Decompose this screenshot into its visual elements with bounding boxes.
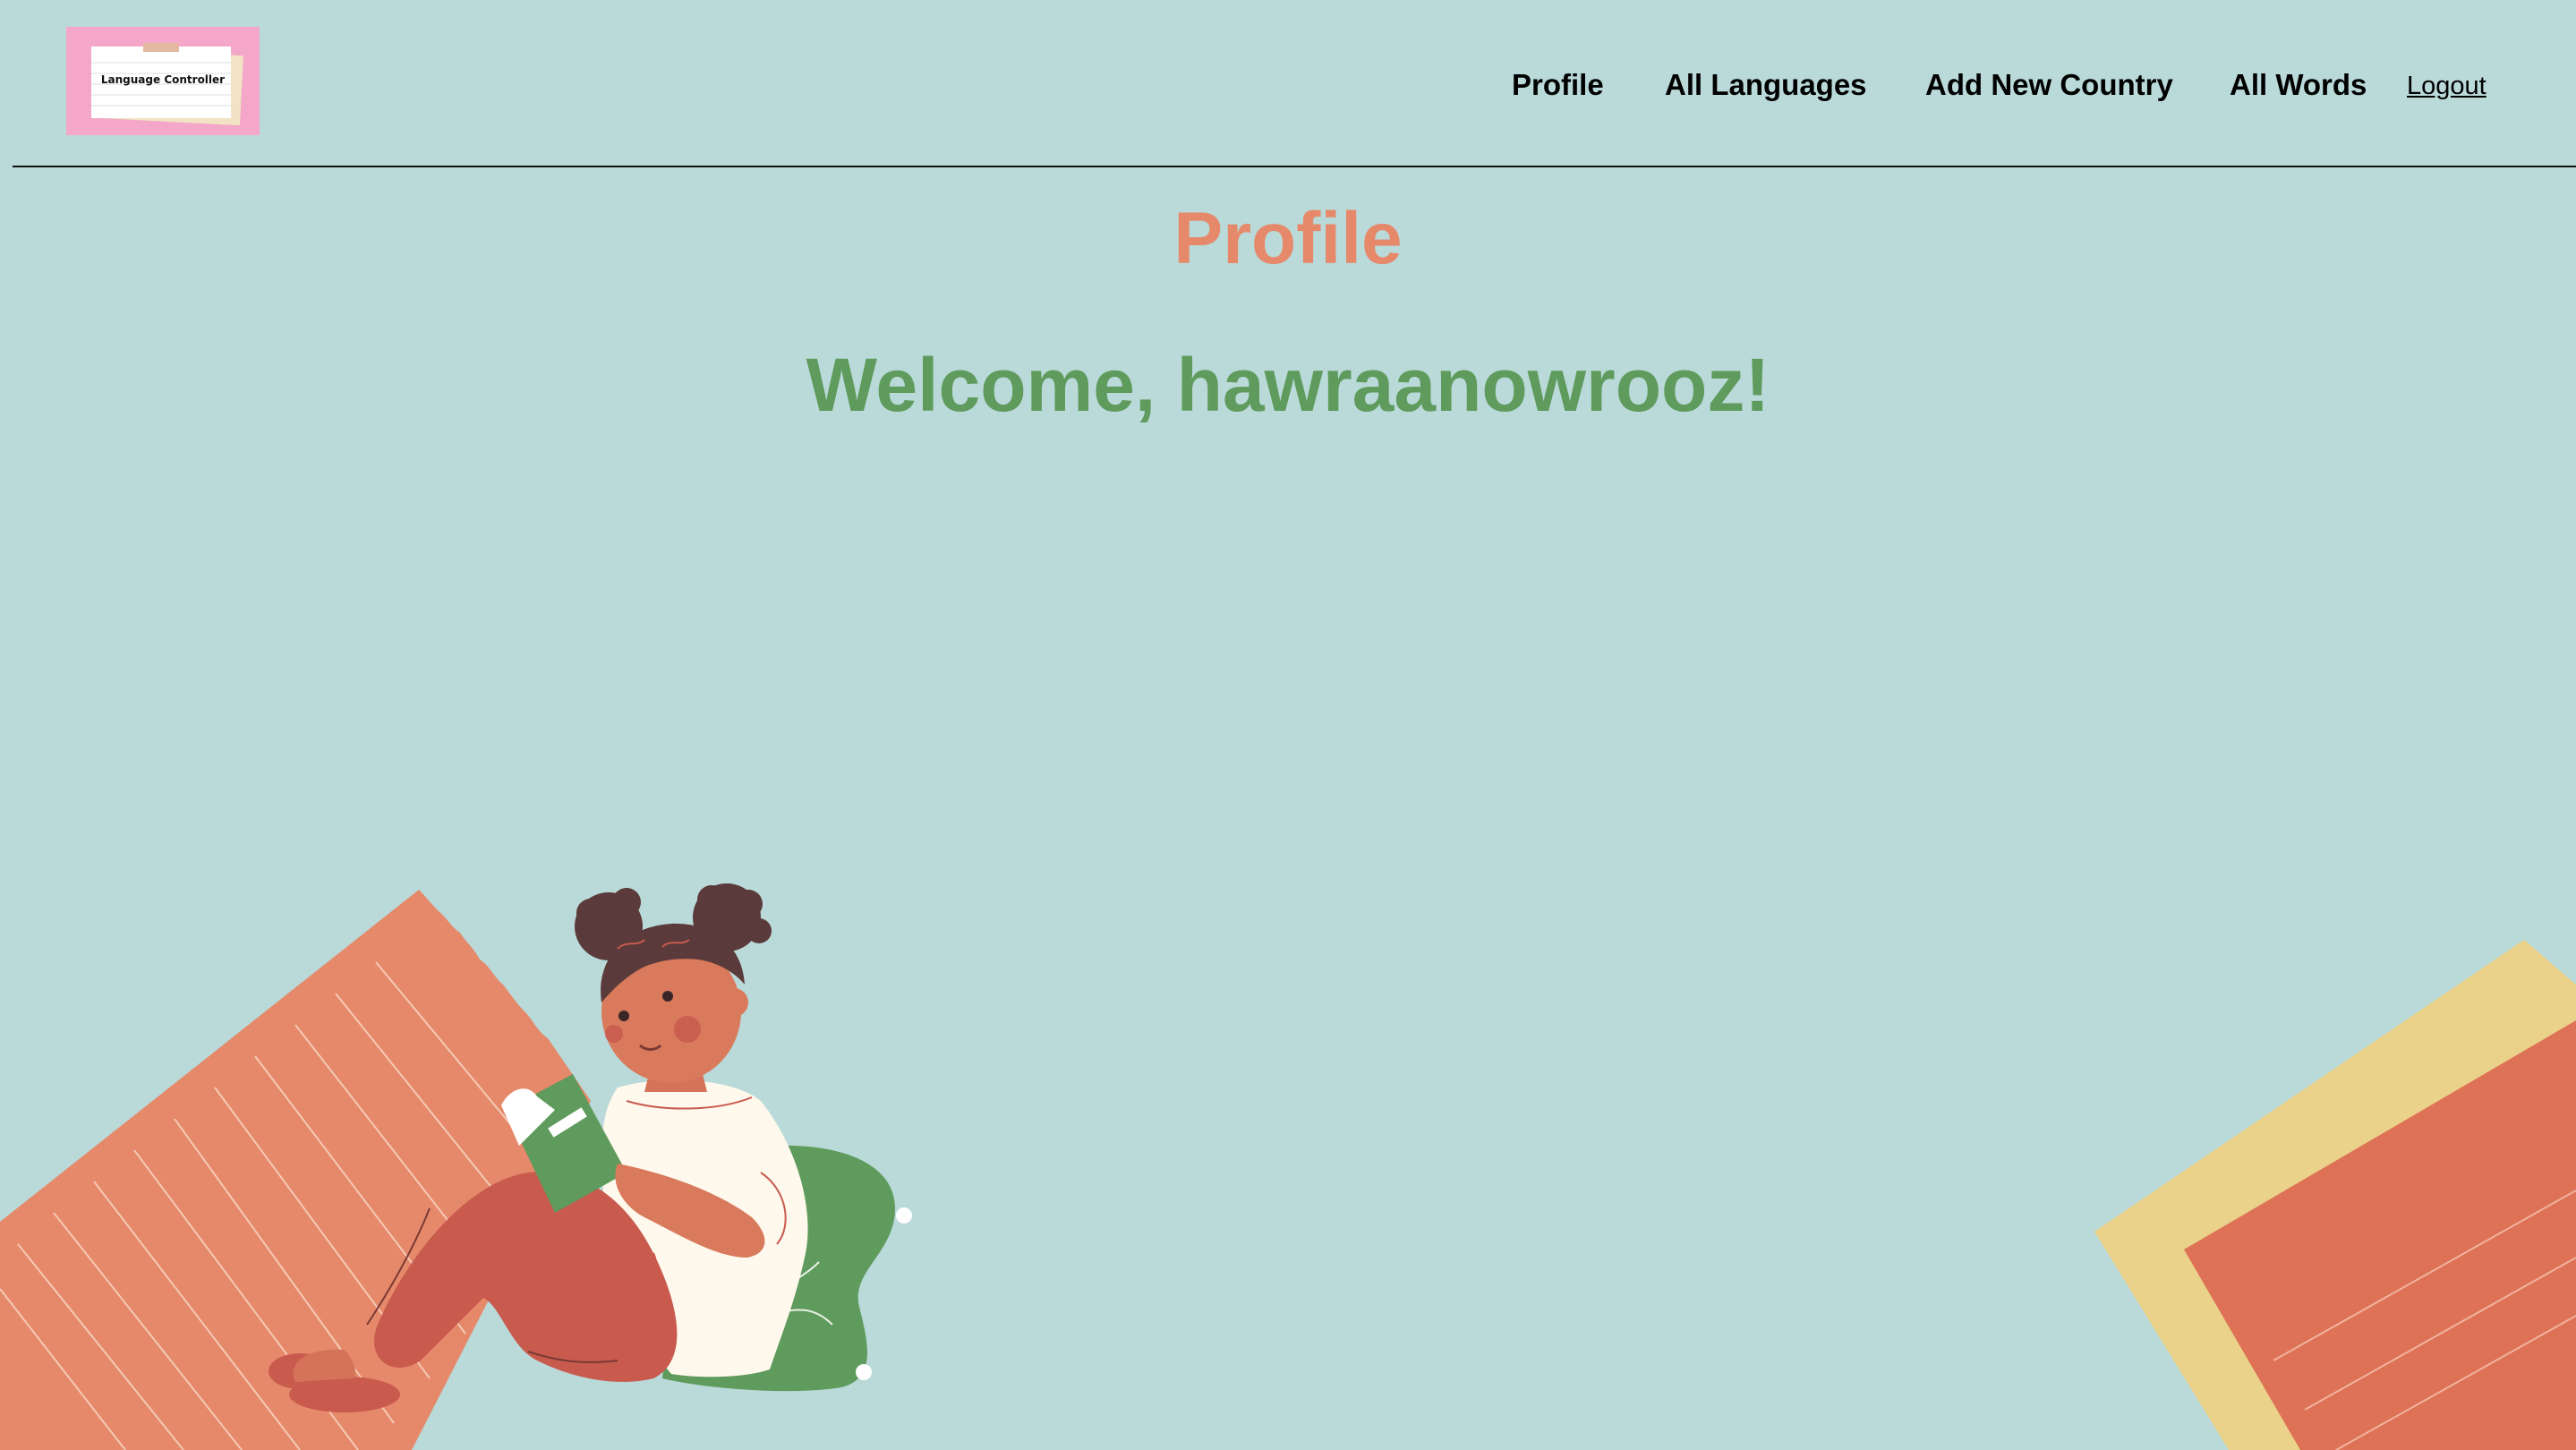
header-divider [13, 166, 2576, 167]
nav-all-languages[interactable]: All Languages [1665, 68, 1867, 102]
welcome-message: Welcome, hawraanowrooz! [806, 343, 1770, 427]
header: Language Controller Profile All Language… [0, 0, 2576, 167]
paper-sheets-illustration [2094, 940, 2576, 1450]
logo-text: Language Controller [100, 73, 226, 86]
logout-link[interactable]: Logout [2407, 72, 2486, 101]
nav-add-new-country[interactable]: Add New Country [1925, 68, 2173, 102]
page-title: Profile [1173, 198, 1403, 279]
logo[interactable]: Language Controller [66, 27, 260, 135]
nav-profile[interactable]: Profile [1512, 68, 1604, 102]
girl-reading-illustration [0, 883, 912, 1450]
nav-all-words[interactable]: All Words [2230, 68, 2367, 102]
